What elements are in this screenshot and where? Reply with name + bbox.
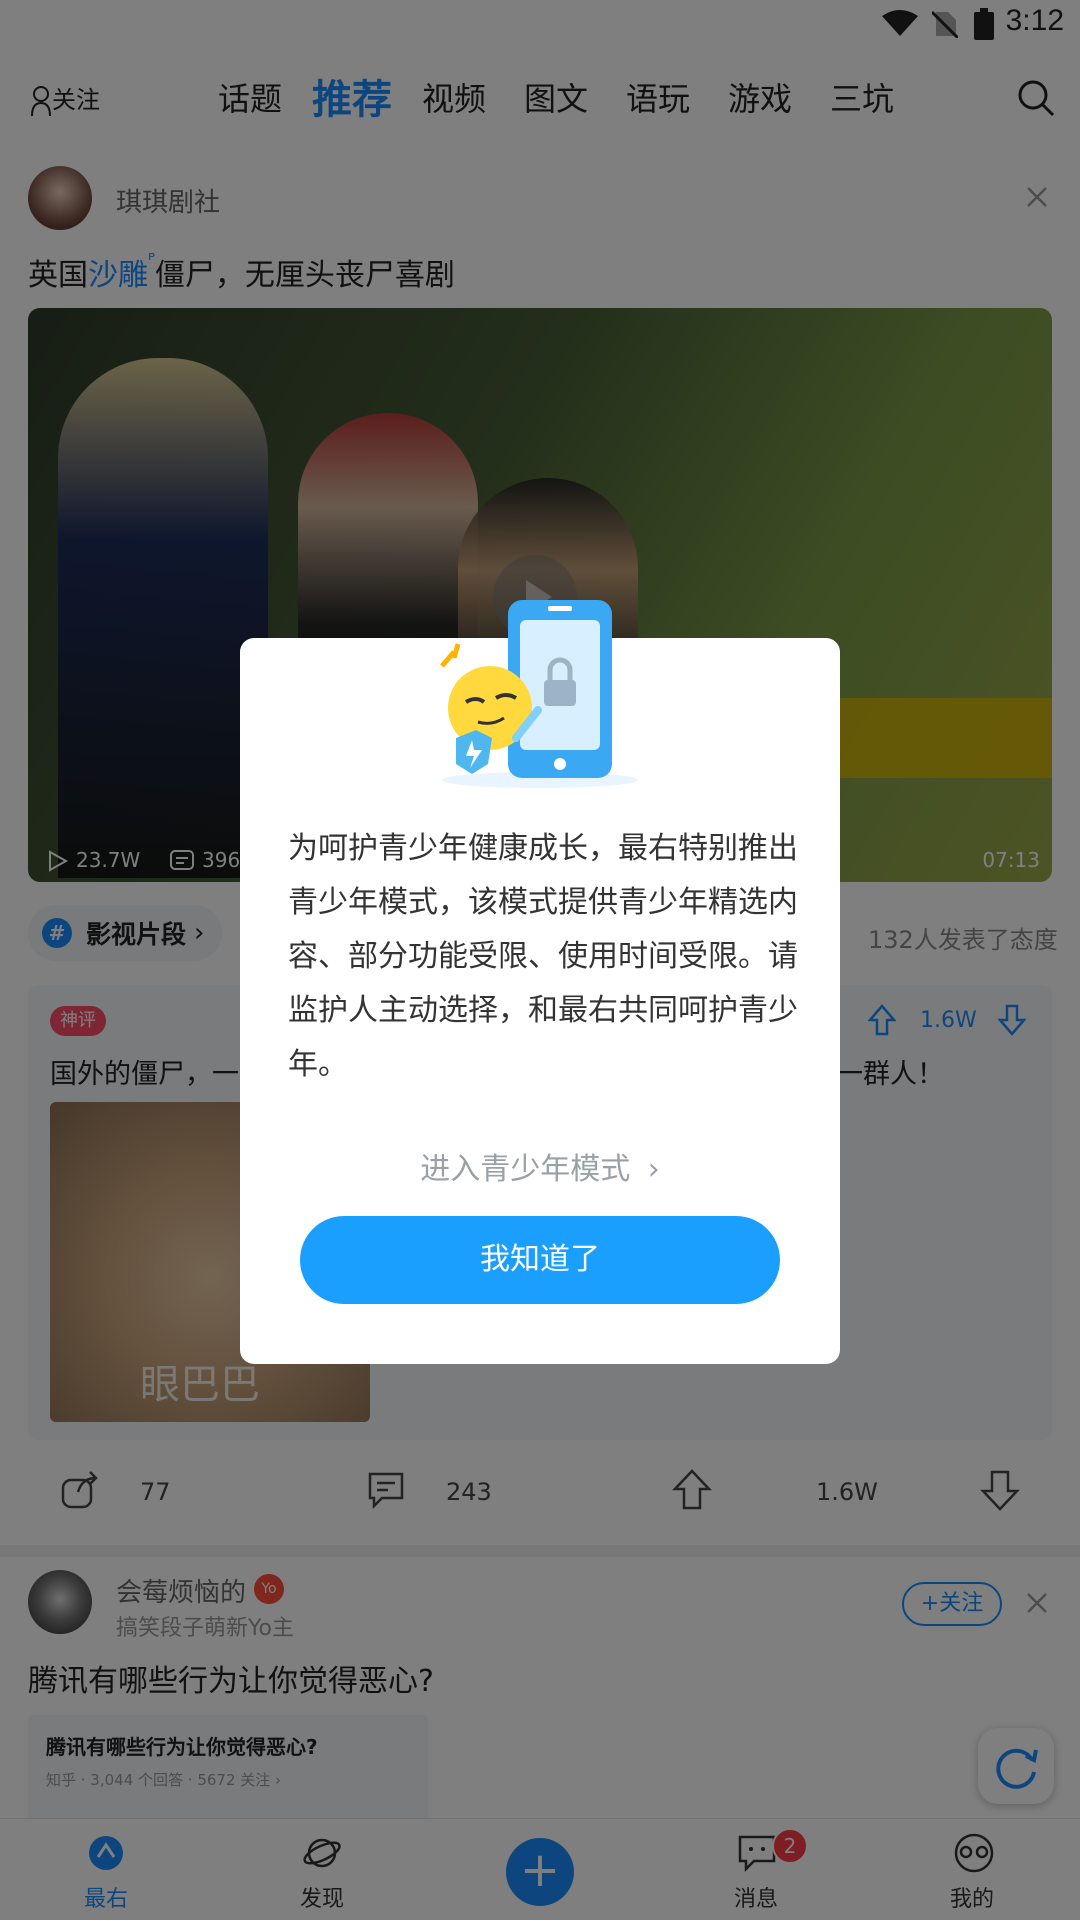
enter-teen-mode-link[interactable]: 进入青少年模式 › xyxy=(240,1144,840,1188)
dialog-message: 为呵护青少年健康成长，最右特别推出青少年模式，该模式提供青少年精选内容、部分功能… xyxy=(288,831,798,1082)
teen-mode-dialog: 为呵护青少年健康成长，最右特别推出青少年模式，该模式提供青少年精选内容、部分功能… xyxy=(240,600,840,1364)
confirm-button[interactable]: 我知道了 xyxy=(300,1216,780,1304)
enter-teen-mode-label: 进入青少年模式 xyxy=(420,1152,631,1187)
chevron-right-icon: › xyxy=(647,1152,660,1187)
teen-mode-illustration-icon xyxy=(440,600,638,788)
